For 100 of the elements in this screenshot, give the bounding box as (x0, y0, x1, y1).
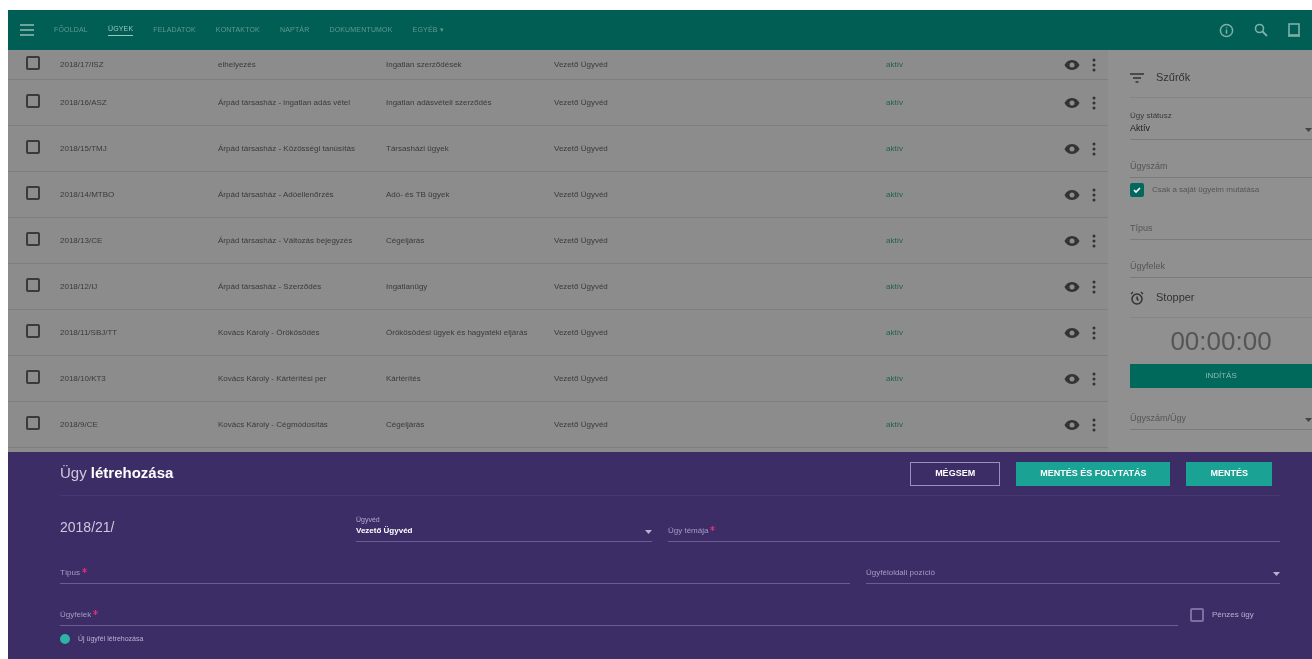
table-cell-text: Kártérítés (386, 373, 422, 384)
checkbox[interactable] (1130, 183, 1144, 197)
checkbox[interactable] (26, 185, 40, 200)
table-cell-text: Vezető Ügyvéd (554, 188, 609, 201)
table-cell-text: Ingatlan szerződések (386, 59, 463, 70)
caret-icon[interactable] (645, 530, 652, 534)
type-field[interactable]: Típus (60, 567, 850, 584)
check-icon (1132, 185, 1142, 195)
alarm-clock-icon (1130, 290, 1144, 305)
document-icon[interactable] (1288, 23, 1300, 37)
status-cell-text: aktív (886, 418, 904, 431)
table-cell-text: Ingatlanügy (386, 281, 429, 292)
table-cell-text: 2018/12/IJ (60, 280, 99, 293)
section-title: Stopper (1156, 290, 1195, 306)
table-cell-text: Adó- és TB ügyek (386, 189, 451, 200)
table-cell-text: Vezető Ügyvéd (554, 96, 609, 109)
table-cell-text: Ingatlan adásvételi szerződés (386, 97, 493, 108)
subject-field[interactable]: Ügy témája (668, 525, 1280, 542)
status-cell-text: aktív (886, 372, 904, 385)
table-cell-text: Vezető Ügyvéd (554, 326, 609, 339)
eye-icon[interactable] (1064, 96, 1080, 109)
table-cell-text: Társasházi ügyek (386, 143, 450, 154)
more-icon[interactable] (1092, 57, 1096, 72)
table-cell-text: Vezető Ügyvéd (554, 418, 609, 431)
eye-icon[interactable] (1064, 234, 1080, 247)
table-cell-text: Vezető Ügyvéd (554, 142, 609, 155)
more-icon[interactable] (1092, 371, 1096, 386)
checkbox[interactable] (26, 369, 40, 384)
more-icon[interactable] (1092, 279, 1096, 294)
stopwatch-time: 00:00:00 (1169, 325, 1273, 358)
clients-field[interactable]: Ügyfelek (60, 609, 1178, 626)
status-cell-text: aktív (886, 234, 904, 247)
table-cell-text: Vezető Ügyvéd (554, 280, 609, 293)
eye-icon[interactable] (1064, 58, 1080, 71)
more-icon[interactable] (1092, 325, 1096, 340)
checkbox[interactable] (26, 323, 40, 338)
table-cell-text: Cégeljárás (386, 419, 426, 430)
table-cell-text: elhelyezés (218, 59, 257, 70)
table-cell-text: 2018/16/ASZ (60, 96, 108, 109)
checkbox[interactable] (26, 277, 40, 292)
caret-icon[interactable] (1305, 418, 1312, 422)
status-cell-text: aktív (886, 326, 904, 339)
more-icon[interactable] (1092, 141, 1096, 156)
table-cell-text: 2018/13/CE (60, 234, 104, 247)
table-cell-text: Árpád társasház - Változás bejegyzés (218, 235, 354, 246)
table-cell-text: Kovács Károly - Kártérítési per (218, 373, 328, 384)
eye-icon[interactable] (1064, 372, 1080, 385)
table-cell-text: Árpád társasház - Adóellenőrzés (218, 189, 335, 200)
eye-icon[interactable] (1064, 418, 1080, 431)
more-icon[interactable] (1092, 417, 1096, 432)
case-number: 2018/21/ (60, 518, 116, 537)
select-field[interactable]: Ügyszám/Ügy (1130, 392, 1312, 430)
more-icon[interactable] (1092, 95, 1096, 110)
search-icon[interactable] (1254, 23, 1268, 37)
dialog-button[interactable]: MENTÉS (1186, 461, 1272, 486)
table-cell-text: Vezető Ügyvéd (554, 372, 609, 385)
section-title: Szűrők (1156, 70, 1191, 86)
table-cell-text: Vezető Ügyvéd (554, 234, 609, 247)
start-button[interactable]: INDÍTÁS (1130, 364, 1312, 388)
text-field[interactable]: Ügyszám (1130, 140, 1312, 178)
filter-icon (1130, 72, 1144, 83)
checkbox[interactable] (26, 415, 40, 430)
table-cell-text: Cégeljárás (386, 235, 426, 246)
table-cell-text: 2018/9/CE (60, 418, 99, 431)
checkbox-label: Pénzes ügy (1212, 609, 1254, 621)
table-cell-text: Árpád társasház - Közösségi tanúsítás (218, 143, 356, 154)
status-cell-text: aktív (886, 96, 904, 109)
table-cell-text: 2018/14/MTBO (60, 188, 116, 201)
status-cell-text: aktív (886, 280, 904, 293)
checkbox[interactable] (26, 93, 40, 108)
status-cell-text: aktív (886, 142, 904, 155)
menu-icon[interactable] (20, 24, 34, 36)
eye-icon[interactable] (1064, 142, 1080, 155)
caret-icon[interactable] (1305, 128, 1312, 132)
eye-icon[interactable] (1064, 280, 1080, 293)
eye-icon[interactable] (1064, 326, 1080, 339)
info-icon[interactable] (1219, 22, 1234, 38)
table-cell-text: Vezető Ügyvéd (554, 58, 609, 71)
caret-icon[interactable] (1273, 572, 1280, 576)
position-select[interactable]: Ügyféloldali pozíció (866, 567, 1280, 584)
select-field[interactable]: Ügy státusz Aktív (1130, 102, 1312, 140)
eye-icon[interactable] (1064, 188, 1080, 201)
radio-button[interactable] (60, 634, 70, 644)
checkbox[interactable] (26, 139, 40, 154)
more-icon[interactable] (1092, 187, 1096, 202)
checkbox[interactable] (26, 231, 40, 246)
checkbox[interactable] (26, 55, 40, 70)
dialog-title: Ügy létrehozása (60, 463, 174, 484)
table-cell-text: 2018/10/KT3 (60, 372, 107, 385)
table-cell-text: Árpád társasház - Szerződés (218, 281, 323, 292)
table-cell-text: 2018/15/TMJ (60, 142, 108, 155)
dialog-button[interactable]: MÉGSEM (910, 461, 1001, 486)
status-cell-text: aktív (886, 58, 904, 71)
table-cell-text: Árpád társasház - ingatlan adás vétel (218, 97, 352, 108)
table-cell-text: 2018/17/ISZ (60, 58, 105, 71)
dialog-button[interactable]: MENTÉS ÉS FOLYTATÁS (1016, 461, 1171, 486)
table-cell-text: Örökösödési ügyek és hagyatéki eljárás (386, 327, 529, 338)
status-cell-text: aktív (886, 188, 904, 201)
checkbox[interactable] (1190, 608, 1204, 622)
more-icon[interactable] (1092, 233, 1096, 248)
